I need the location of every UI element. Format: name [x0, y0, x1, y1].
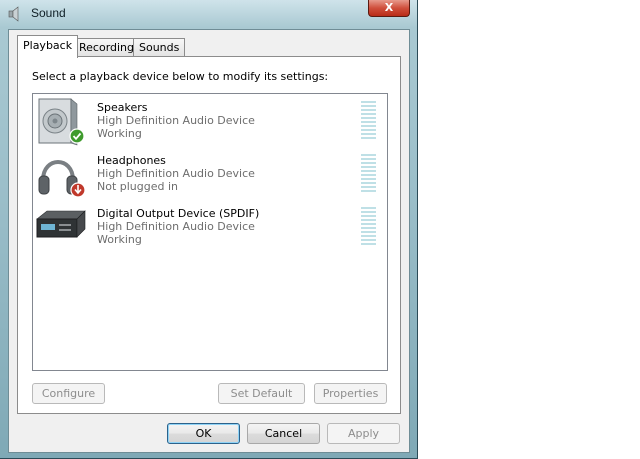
- tab-playback[interactable]: Playback: [17, 35, 79, 58]
- device-name: Digital Output Device (SPDIF): [97, 207, 260, 220]
- title-bar[interactable]: Sound X: [0, 0, 418, 28]
- device-speakers[interactable]: Speakers High Definition Audio Device Wo…: [33, 94, 387, 146]
- configure-button[interactable]: Configure: [32, 383, 105, 404]
- tab-sounds[interactable]: Sounds: [133, 38, 186, 56]
- device-status: Not plugged in: [97, 180, 179, 193]
- check-badge-icon: [69, 128, 85, 144]
- device-status: Working: [97, 127, 142, 140]
- device-headphones[interactable]: Headphones High Definition Audio Device …: [33, 147, 387, 199]
- ok-button[interactable]: OK: [167, 423, 240, 444]
- device-description: High Definition Audio Device: [97, 114, 255, 127]
- volume-meter: [361, 154, 376, 194]
- apply-button[interactable]: Apply: [327, 423, 400, 444]
- device-name: Speakers: [97, 101, 148, 114]
- close-button[interactable]: X: [368, 0, 410, 17]
- tab-recording[interactable]: Recording: [73, 38, 141, 56]
- device-digital-output[interactable]: Digital Output Device (SPDIF) High Defin…: [33, 200, 387, 252]
- volume-meter: [361, 207, 376, 247]
- device-status: Working: [97, 233, 142, 246]
- instruction-text: Select a playback device below to modify…: [32, 70, 329, 83]
- volume-meter: [361, 101, 376, 141]
- dialog-body: Playback Recording Sounds Select a playb…: [8, 29, 410, 453]
- set-default-button[interactable]: Set Default: [218, 383, 305, 404]
- device-name: Headphones: [97, 154, 166, 167]
- close-icon: X: [384, 1, 394, 14]
- digital-output-icon: [36, 210, 86, 238]
- speaker-app-icon: [8, 6, 19, 22]
- headphones-icon: [38, 160, 86, 198]
- unplugged-badge-icon: [70, 182, 86, 198]
- sound-dialog: Sound X Playback Recording Sounds Select…: [0, 0, 418, 459]
- playback-panel: Select a playback device below to modify…: [17, 56, 401, 414]
- speaker-icon: [38, 98, 85, 146]
- device-description: High Definition Audio Device: [97, 220, 255, 233]
- device-list[interactable]: Speakers High Definition Audio Device Wo…: [32, 93, 388, 371]
- window-title: Sound: [31, 6, 66, 20]
- properties-button[interactable]: Properties: [314, 383, 387, 404]
- device-description: High Definition Audio Device: [97, 167, 255, 180]
- cancel-button[interactable]: Cancel: [247, 423, 320, 444]
